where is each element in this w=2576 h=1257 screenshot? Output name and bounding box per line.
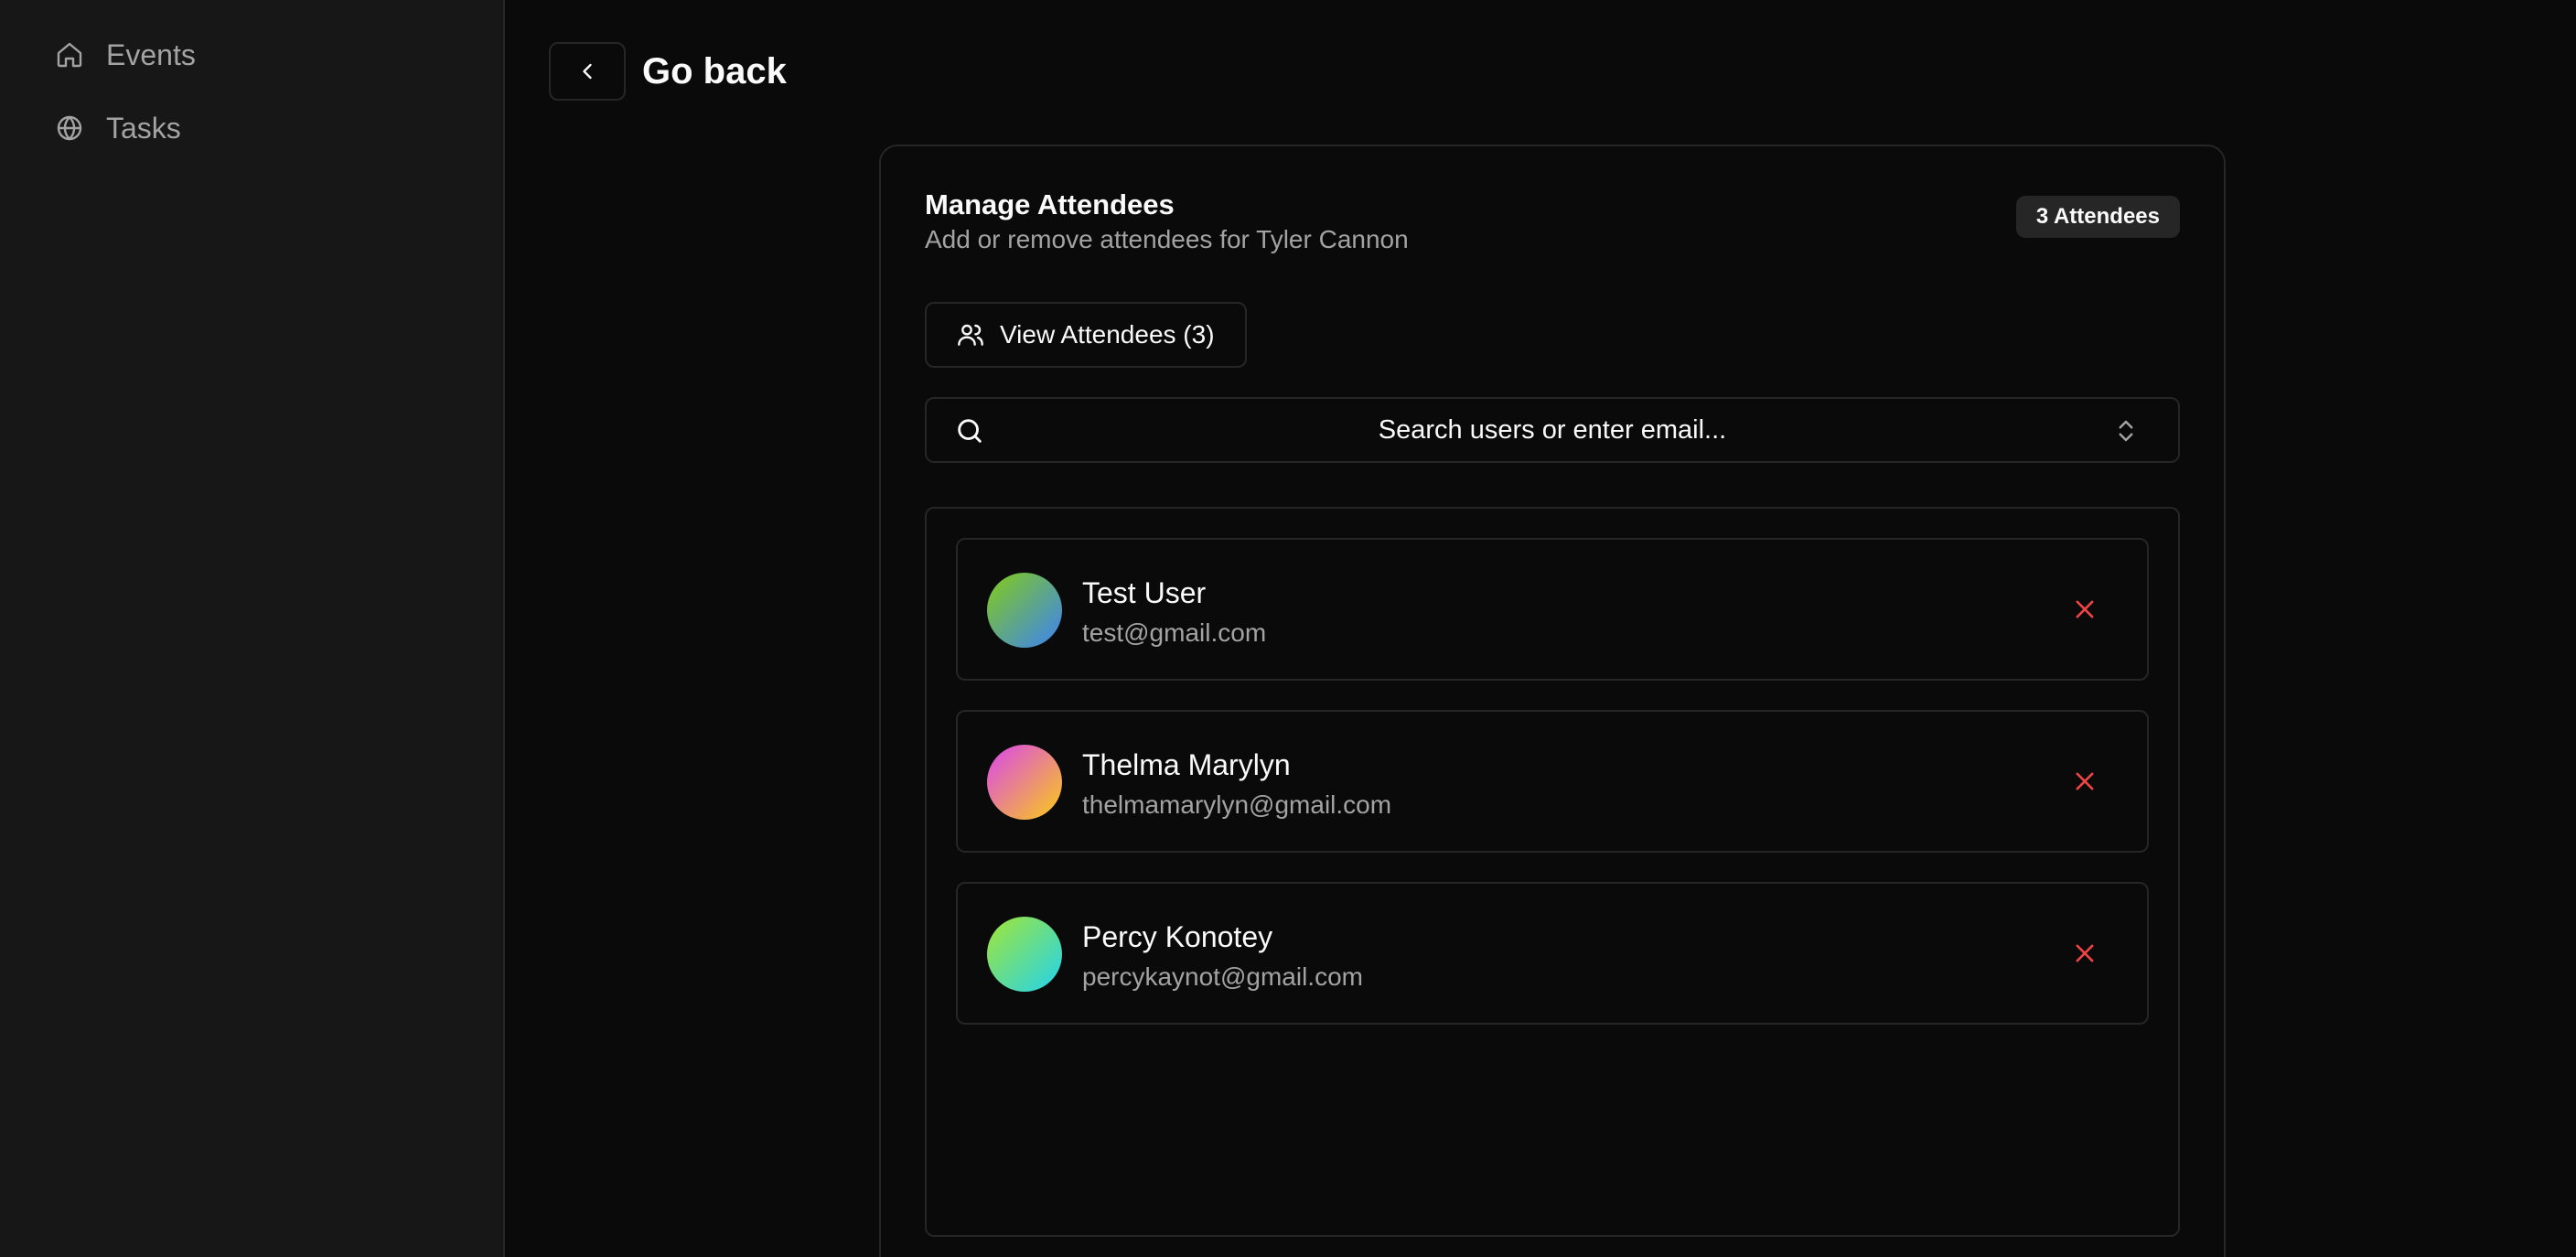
chevron-left-icon — [583, 63, 592, 80]
search-icon — [958, 419, 982, 443]
avatar — [987, 573, 1062, 648]
sidebar-item-events[interactable]: Events — [11, 22, 492, 88]
close-icon — [2076, 944, 2094, 962]
close-icon — [2076, 772, 2094, 790]
card-subtitle: Add or remove attendees for Tyler Cannon — [925, 225, 1409, 253]
attendee-item: Percy Konotey percykaynot@gmail.com — [956, 882, 2149, 1025]
card-header: Manage Attendees Add or remove attendees… — [925, 188, 2180, 254]
home-icon — [53, 38, 86, 71]
page-title: Go back — [642, 50, 787, 91]
globe-icon — [53, 112, 86, 145]
attendee-item: Thelma Marylyn thelmamarylyn@gmail.com — [956, 710, 2149, 853]
avatar — [987, 745, 1062, 820]
attendee-name: Percy Konotey — [1082, 920, 1273, 953]
view-attendees-button[interactable]: View Attendees (3) — [925, 302, 1247, 368]
attendee-email: percykaynot@gmail.com — [1082, 962, 1363, 991]
sidebar-item-tasks[interactable]: Tasks — [11, 95, 492, 161]
remove-attendee-button[interactable] — [2065, 589, 2105, 629]
close-icon — [2076, 600, 2094, 618]
sidebar: Events Tasks — [0, 0, 505, 1257]
attendee-item: Test User test@gmail.com — [956, 538, 2149, 681]
attendee-name: Test User — [1082, 576, 1207, 609]
card-title: Manage Attendees — [925, 188, 1175, 220]
avatar — [987, 917, 1062, 992]
manage-attendees-card: Manage Attendees Add or remove attendees… — [879, 145, 2226, 1257]
attendee-email: test@gmail.com — [1082, 618, 1267, 647]
attendee-count-badge: 3 Attendees — [2015, 196, 2180, 238]
chevrons-up-down-icon[interactable] — [2112, 415, 2140, 446]
attendee-list: Test User test@gmail.com Thelma Marylyn … — [925, 507, 2180, 1237]
sidebar-item-label: Tasks — [106, 111, 181, 145]
view-attendees-label: View Attendees (3) — [1000, 320, 1215, 349]
sidebar-item-label: Events — [106, 38, 196, 71]
users-icon — [958, 324, 983, 346]
attendee-email: thelmamarylyn@gmail.com — [1082, 790, 1392, 819]
app-root: Events Tasks Go back Manage Attendees Ad… — [0, 0, 2576, 1257]
remove-attendee-button[interactable] — [2065, 933, 2105, 973]
main-content: Go back Manage Attendees Add or remove a… — [505, 0, 2576, 1257]
attendee-name: Thelma Marylyn — [1082, 748, 1291, 781]
attendee-search-combobox[interactable] — [925, 397, 2180, 463]
back-button[interactable] — [549, 42, 626, 101]
search-input[interactable] — [927, 399, 2178, 461]
topbar: Go back — [549, 42, 787, 101]
remove-attendee-button[interactable] — [2065, 761, 2105, 801]
